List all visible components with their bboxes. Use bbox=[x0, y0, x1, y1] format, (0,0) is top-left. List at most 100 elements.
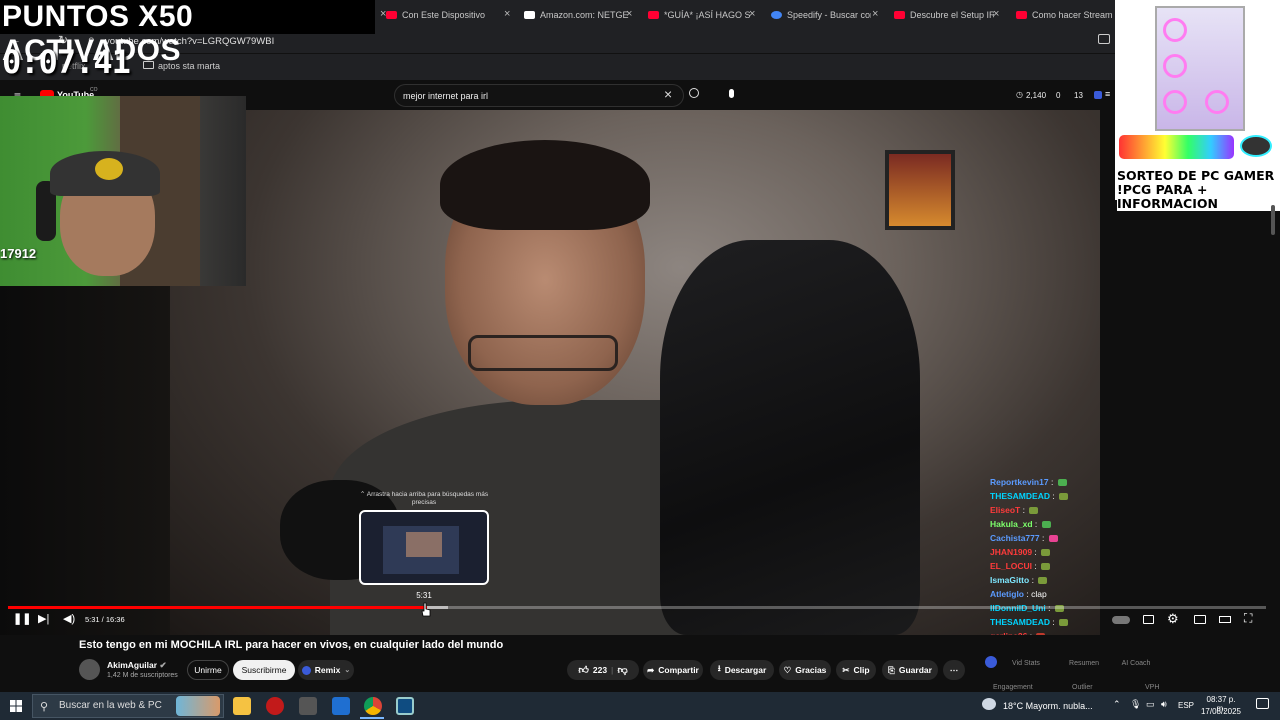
weather-text[interactable]: 18°C Mayorm. nubla... bbox=[1003, 701, 1093, 711]
language-indicator[interactable]: ESP bbox=[1178, 701, 1194, 710]
chat-emote-icon bbox=[1041, 521, 1051, 529]
remix-button[interactable]: Remix ⌄ bbox=[298, 660, 354, 680]
panel-subtab[interactable]: Outlier bbox=[1072, 684, 1093, 691]
download-button[interactable]: ⭳ Descargar bbox=[710, 660, 774, 680]
save-button[interactable]: ⎘ Guardar bbox=[882, 660, 938, 680]
search-input[interactable]: mejor internet para irl bbox=[394, 84, 684, 107]
windows-start-icon[interactable] bbox=[10, 700, 22, 712]
stat-viewers: 2,140 bbox=[1026, 91, 1047, 100]
subscribe-button[interactable]: Suscribirme bbox=[233, 660, 295, 680]
thanks-button[interactable]: ♡ Gracias bbox=[779, 660, 831, 680]
clip-label: Clip bbox=[853, 665, 870, 675]
fan-icon bbox=[1163, 54, 1187, 78]
video-wall-poster bbox=[885, 150, 955, 230]
divider: | bbox=[611, 665, 614, 675]
next-icon[interactable]: ▶| bbox=[38, 612, 49, 625]
close-tab-icon[interactable]: × bbox=[749, 8, 755, 20]
subtitles-icon[interactable] bbox=[1143, 615, 1154, 624]
microphone-icon[interactable]: 🎙︎ bbox=[1130, 699, 1141, 710]
chat-message: Reportkevin17 : bbox=[990, 475, 1105, 489]
panel-tab[interactable]: Vid Stats bbox=[1002, 660, 1050, 667]
clear-search-icon[interactable]: × bbox=[664, 86, 672, 102]
chat-username[interactable]: Reportkevin17 bbox=[990, 477, 1049, 487]
browser-tab[interactable]: Amazon.com: NETGE bbox=[524, 4, 634, 26]
like-icon[interactable]: 👍︎ bbox=[578, 664, 588, 676]
notifications-icon[interactable] bbox=[1256, 698, 1269, 709]
fullscreen-icon[interactable]: ⛶ bbox=[1244, 611, 1252, 626]
more-horizontal-icon: ⋯ bbox=[949, 664, 959, 675]
more-actions-button[interactable]: ⋯ bbox=[943, 660, 965, 680]
network-icon[interactable]: ▭ bbox=[1146, 699, 1155, 710]
chat-separator: : bbox=[1029, 575, 1037, 585]
dislike-icon[interactable]: 👎︎ bbox=[617, 664, 627, 676]
browser-tab[interactable]: Descubre el Setup IRL bbox=[894, 4, 994, 26]
pause-icon[interactable]: ❚❚ bbox=[13, 612, 31, 625]
chat-username[interactable]: EliseoT bbox=[990, 505, 1020, 515]
miniplayer-icon[interactable] bbox=[1194, 615, 1206, 624]
stat-a: 0 bbox=[1056, 91, 1061, 100]
tray-chevron-icon[interactable]: ⌃ bbox=[1113, 699, 1121, 710]
scrollbar-thumb[interactable] bbox=[1271, 205, 1275, 235]
opera-icon[interactable] bbox=[266, 697, 284, 715]
browser-tab[interactable]: Speedify - Buscar cor bbox=[771, 4, 871, 26]
chat-username[interactable]: EL_LOCUI bbox=[990, 561, 1032, 571]
chat-emote-icon bbox=[1057, 479, 1067, 487]
panel-subtab[interactable]: VPH bbox=[1145, 684, 1159, 691]
chat-emote-icon bbox=[1048, 535, 1058, 543]
channel-name[interactable]: AkimAguilar ✔ bbox=[107, 660, 167, 671]
more-icon[interactable]: ≡ bbox=[1105, 89, 1110, 99]
chat-separator: : bbox=[1032, 547, 1040, 557]
app-icon[interactable] bbox=[299, 697, 317, 715]
close-tab-icon[interactable]: × bbox=[626, 8, 632, 20]
chat-username[interactable]: IsmaGitto bbox=[990, 575, 1029, 585]
browser-tab[interactable]: Como hacer Stream bbox=[1016, 4, 1112, 26]
volume-icon[interactable]: ◀) bbox=[63, 612, 75, 625]
search-highlight-icon bbox=[176, 696, 220, 716]
video-person-hair bbox=[440, 140, 650, 230]
panel-tab[interactable]: AI Coach bbox=[1112, 660, 1160, 667]
clip-button[interactable]: ✂ Clip bbox=[836, 660, 876, 680]
chrome-icon[interactable] bbox=[364, 697, 382, 715]
browser-tab[interactable]: *GUÍA* ¡ASÍ HAGO S bbox=[648, 4, 753, 26]
autoplay-toggle[interactable] bbox=[1112, 616, 1130, 624]
join-button[interactable]: Unirme bbox=[187, 660, 229, 680]
taskbar-search-placeholder: Buscar en la web & PC bbox=[59, 700, 162, 711]
close-tab-icon[interactable]: × bbox=[872, 8, 878, 20]
close-tab-icon[interactable]: × bbox=[380, 8, 386, 20]
youtube-favicon-icon bbox=[648, 11, 659, 19]
webcam-id-label: 17912 bbox=[0, 246, 37, 261]
store-icon[interactable] bbox=[332, 697, 350, 715]
panel-subtab[interactable]: Engagement bbox=[993, 684, 1033, 691]
like-count[interactable]: 223 bbox=[593, 665, 607, 675]
chat-username[interactable]: Hakula_xd bbox=[990, 519, 1033, 529]
browser-tab[interactable]: Con Este Dispositivo bbox=[386, 4, 506, 26]
seek-tip: ⌃ Arrastra hacia arriba para búsquedas m… bbox=[359, 491, 489, 506]
side-panel-tabs: Vid Stats Resumen AI Coach Engagement Ou… bbox=[980, 652, 1180, 692]
file-explorer-icon[interactable] bbox=[233, 697, 251, 715]
tab-label: Descubre el Setup IRL bbox=[910, 10, 994, 20]
settings-gear-icon[interactable]: ⚙ bbox=[1167, 611, 1179, 627]
share-button[interactable]: ➦ Compartir bbox=[643, 660, 703, 680]
microphone-icon[interactable] bbox=[729, 89, 734, 98]
close-tab-icon[interactable]: × bbox=[993, 8, 999, 20]
speaker-icon[interactable]: 🔊︎ bbox=[1161, 699, 1167, 710]
youtube-favicon-icon bbox=[894, 11, 905, 19]
extension-icon[interactable] bbox=[1094, 91, 1102, 99]
clock-date[interactable]: 17/08/2025 bbox=[1199, 707, 1243, 716]
chat-message: IsmaGitto : bbox=[990, 573, 1105, 587]
chat-username[interactable]: JHAN1909 bbox=[990, 547, 1032, 557]
chat-username[interactable]: Atletiglo bbox=[990, 589, 1024, 599]
close-tab-icon[interactable]: × bbox=[504, 8, 510, 20]
search-icon[interactable] bbox=[689, 88, 699, 98]
save-icon: ⎘ bbox=[888, 664, 895, 675]
obs-icon[interactable] bbox=[396, 697, 414, 715]
channel-avatar[interactable] bbox=[79, 659, 100, 680]
panel-tab[interactable]: Resumen bbox=[1060, 660, 1108, 667]
chat-username[interactable]: THESAMDEAD bbox=[990, 491, 1050, 501]
active-app-indicator bbox=[360, 717, 384, 719]
chat-username[interactable]: Cachista777 bbox=[990, 533, 1040, 543]
chat-emote-icon bbox=[1029, 507, 1039, 515]
cast-icon[interactable] bbox=[1098, 34, 1110, 44]
theater-mode-icon[interactable] bbox=[1219, 616, 1231, 623]
remix-icon bbox=[301, 665, 311, 675]
